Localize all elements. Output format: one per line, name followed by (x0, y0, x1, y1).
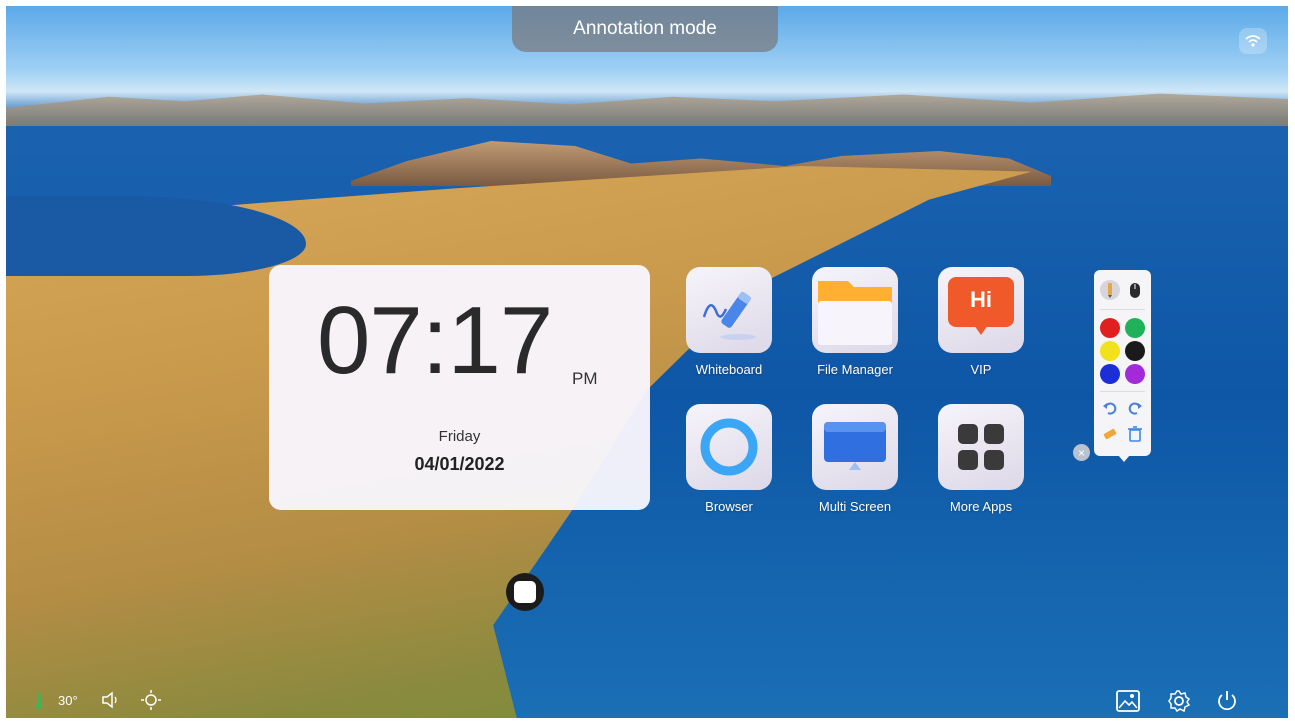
app-browser[interactable]: Browser (674, 404, 784, 514)
settings-gear-icon[interactable] (1164, 686, 1194, 716)
chat-bubble-icon: Hi (938, 267, 1024, 353)
app-label-more-apps: More Apps (949, 499, 1013, 514)
color-red-swatch[interactable] (1100, 318, 1120, 338)
app-whiteboard[interactable]: Whiteboard (674, 267, 784, 377)
browser-ring-icon (686, 404, 772, 490)
brightness-icon[interactable] (140, 689, 162, 714)
app-file-manager[interactable]: File Manager (800, 267, 910, 377)
eraser-icon[interactable] (1100, 424, 1120, 444)
color-purple-swatch[interactable] (1125, 364, 1145, 384)
clock-ampm: PM (572, 369, 598, 388)
speaker-icon[interactable] (100, 690, 122, 713)
app-label-whiteboard: Whiteboard (695, 362, 763, 377)
trash-icon[interactable] (1125, 424, 1145, 444)
clock-time: 07:17 (317, 287, 553, 394)
color-black-swatch[interactable] (1125, 341, 1145, 361)
color-green-swatch[interactable] (1125, 318, 1145, 338)
annotation-toolbar (1094, 270, 1151, 456)
annotation-mode-banner[interactable]: Annotation mode (512, 6, 778, 52)
pen-tool-icon[interactable] (1100, 280, 1120, 300)
close-toolbar-icon[interactable]: × (1073, 444, 1090, 461)
app-more-apps[interactable]: More Apps (926, 404, 1036, 514)
color-yellow-swatch[interactable] (1100, 341, 1120, 361)
clock-date: 04/01/2022 (414, 454, 505, 474)
vip-badge-text: Hi (970, 287, 992, 312)
monitor-icon (812, 404, 898, 490)
app-vip[interactable]: Hi VIP (926, 267, 1036, 377)
toolbar-pointer (1118, 455, 1130, 462)
mountain-range (6, 93, 1288, 126)
temperature-value: 30° (58, 693, 78, 708)
app-label-vip: VIP (970, 362, 992, 377)
annotation-mode-label: Annotation mode (573, 18, 717, 39)
whiteboard-icon (686, 267, 772, 353)
app-label-file-manager: File Manager (817, 362, 893, 377)
grid-apps-icon (938, 404, 1024, 490)
power-icon[interactable] (1212, 686, 1242, 716)
mouse-pointer-icon[interactable] (1125, 280, 1145, 300)
toolbar-divider (1100, 391, 1145, 392)
folder-icon (812, 267, 898, 353)
wifi-icon[interactable] (1239, 28, 1267, 54)
app-label-browser: Browser (705, 499, 753, 514)
clock-widget[interactable]: 07:17 PM Friday 04/01/2022 (269, 265, 650, 510)
redo-icon[interactable] (1125, 398, 1145, 418)
undo-icon[interactable] (1100, 398, 1120, 418)
color-blue-swatch[interactable] (1100, 364, 1120, 384)
toolbar-divider (1100, 309, 1145, 310)
wallpaper-icon[interactable] (1113, 686, 1143, 716)
app-multi-screen[interactable]: Multi Screen (800, 404, 910, 514)
app-label-multi-screen: Multi Screen (818, 499, 892, 514)
floating-home-button[interactable] (506, 573, 544, 611)
thermometer-icon (34, 692, 44, 713)
clock-day: Friday (438, 428, 481, 445)
